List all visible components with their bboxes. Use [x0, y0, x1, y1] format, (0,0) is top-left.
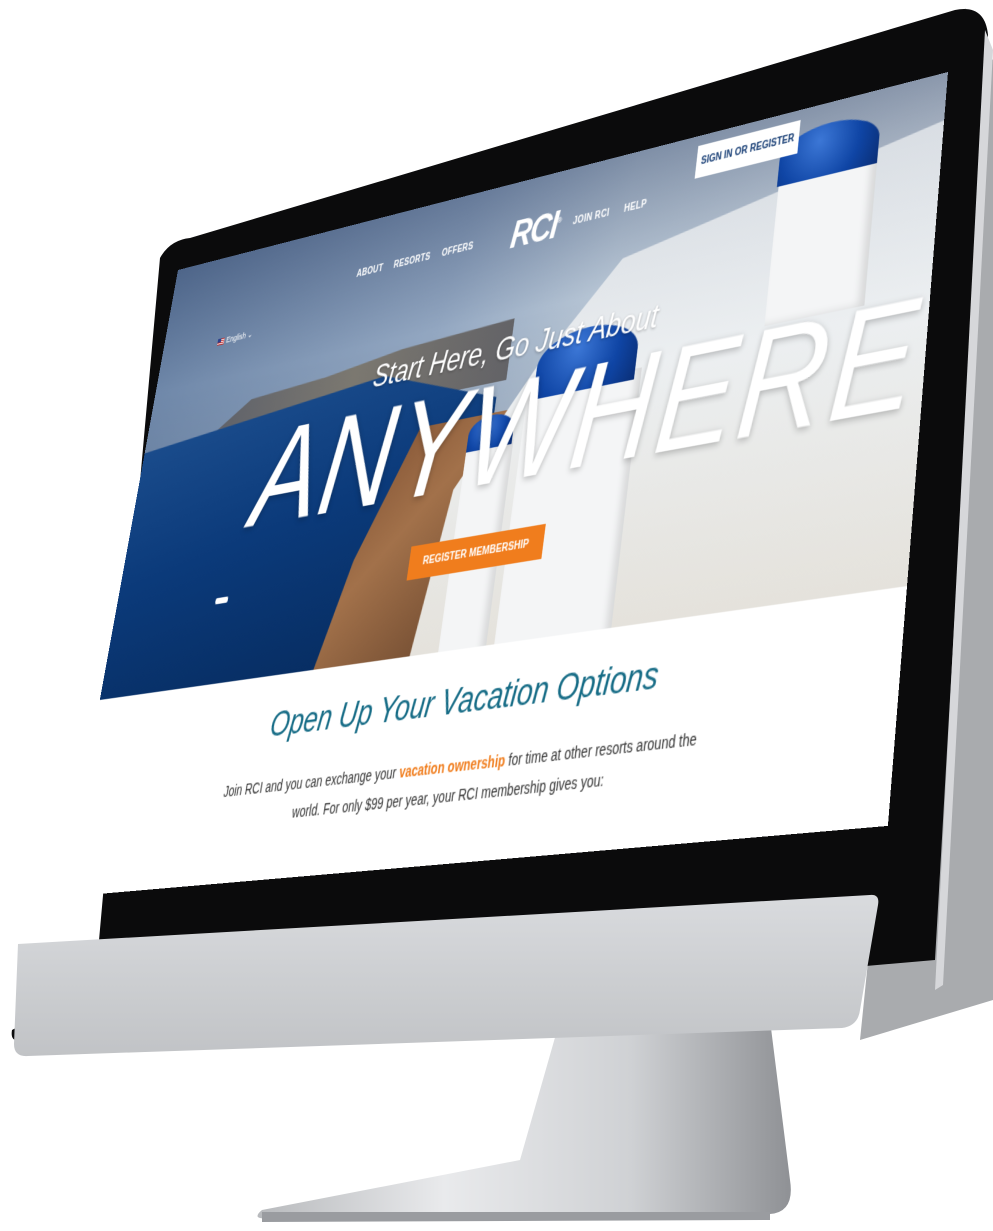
- us-flag-icon: [217, 337, 225, 346]
- nav-join-rci[interactable]: JOIN RCI: [572, 208, 610, 228]
- language-selector[interactable]: English ⌄: [217, 329, 254, 348]
- nav-resorts[interactable]: RESORTS: [393, 251, 431, 271]
- logo-mark: ®: [556, 215, 561, 226]
- logo-text: RCI: [507, 204, 560, 258]
- nav-about[interactable]: ABOUT: [356, 263, 384, 280]
- chevron-down-icon: ⌄: [246, 329, 254, 340]
- imac-mockup: English ⌄ ABOUT RESORTS OFFERS RCI® JOIN…: [0, 0, 993, 1231]
- rci-logo[interactable]: RCI®: [508, 204, 563, 259]
- nav-offers[interactable]: OFFERS: [441, 241, 474, 259]
- language-label: English: [225, 330, 247, 345]
- nav-help[interactable]: HELP: [623, 198, 647, 215]
- vacation-ownership-link[interactable]: vacation ownership: [398, 751, 506, 781]
